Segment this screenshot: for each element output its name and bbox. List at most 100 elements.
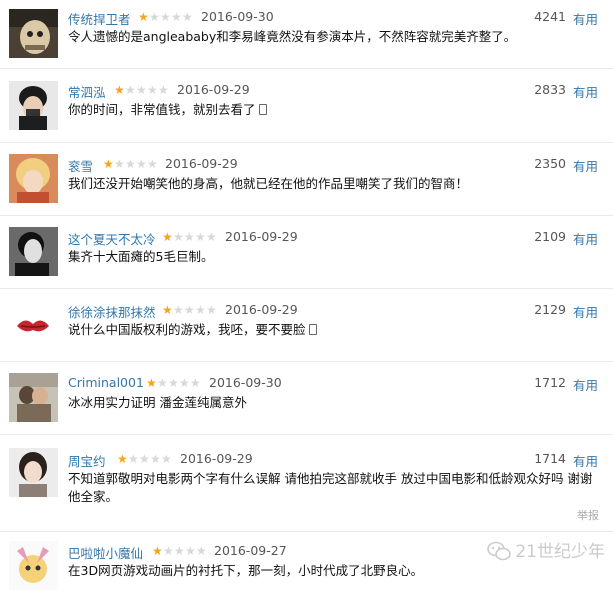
useful-button[interactable]: 有用 bbox=[573, 156, 598, 175]
review-text-content: 你的时间，非常值钱，就别去看了 bbox=[68, 102, 256, 117]
star-empty-icon: ★ bbox=[171, 10, 182, 24]
rating-stars: ★★★★★ bbox=[114, 84, 174, 96]
avatar[interactable] bbox=[9, 154, 58, 203]
star-empty-icon: ★ bbox=[195, 303, 206, 317]
avatar[interactable] bbox=[9, 541, 58, 590]
avatar[interactable] bbox=[9, 81, 58, 130]
star-empty-icon: ★ bbox=[163, 544, 174, 558]
username-link[interactable]: Criminal001 bbox=[68, 375, 144, 390]
review-item: 常泗泓 ★★★★★ 2016-09-29 2833 有用 你的时间，非常值钱，就… bbox=[0, 69, 613, 143]
useful-button[interactable]: 有用 bbox=[573, 451, 598, 470]
review-item: 这个夏天不太冷 ★★★★★ 2016-09-29 2109 有用 集齐十大面瘫的… bbox=[0, 216, 613, 289]
watermark-text: 21世纪少年 bbox=[515, 542, 605, 562]
username-link[interactable]: 传统捍卫者 bbox=[68, 9, 131, 28]
review-text: 冰冰用实力证明 潘金莲纯属意外 bbox=[68, 394, 603, 412]
star-empty-icon: ★ bbox=[173, 230, 184, 244]
useful-button[interactable]: 有用 bbox=[573, 375, 598, 394]
star-empty-icon: ★ bbox=[182, 10, 193, 24]
star-empty-icon: ★ bbox=[161, 452, 172, 466]
review-date: 2016-09-29 bbox=[165, 156, 238, 171]
useful-button[interactable]: 有用 bbox=[573, 9, 598, 28]
review-item: 传统捍卫者 ★★★★★ 2016-09-30 4241 有用 令人遗憾的是ang… bbox=[0, 0, 613, 69]
report-button[interactable]: 举报 bbox=[577, 507, 599, 523]
star-empty-icon: ★ bbox=[196, 544, 207, 558]
vote-count: 1714 bbox=[534, 451, 566, 466]
review-text-content: 不知道郭敬明对电影两个字有什么误解 请他拍完这部就收手 放过中国电影和低龄观众好… bbox=[68, 471, 593, 504]
star-empty-icon: ★ bbox=[174, 544, 185, 558]
username-link[interactable]: 周宝约 bbox=[68, 451, 106, 470]
watermark: 21世纪少年 bbox=[487, 537, 605, 562]
review-text: 你的时间，非常值钱，就别去看了 bbox=[68, 101, 603, 119]
rating-stars: ★★★★★ bbox=[152, 545, 212, 557]
mobile-icon bbox=[308, 324, 317, 335]
avatar[interactable] bbox=[9, 227, 58, 276]
review-text: 不知道郭敬明对电影两个字有什么误解 请他拍完这部就收手 放过中国电影和低龄观众好… bbox=[68, 470, 603, 506]
vote-count: 2109 bbox=[534, 229, 566, 244]
star-filled-icon: ★ bbox=[146, 376, 157, 390]
review-text-content: 冰冰用实力证明 潘金莲纯属意外 bbox=[68, 395, 247, 410]
useful-button[interactable]: 有用 bbox=[573, 302, 598, 321]
review-date: 2016-09-27 bbox=[214, 543, 287, 558]
review-text: 集齐十大面瘫的5毛巨制。 bbox=[68, 248, 603, 266]
star-empty-icon: ★ bbox=[147, 83, 158, 97]
star-empty-icon: ★ bbox=[125, 157, 136, 171]
star-empty-icon: ★ bbox=[168, 376, 179, 390]
avatar[interactable] bbox=[9, 300, 58, 349]
username-link[interactable]: 巴啦啦小魔仙 bbox=[68, 543, 143, 562]
review-text-content: 说什么中国版权利的游戏，我呸，要不要脸 bbox=[68, 322, 306, 337]
review-date: 2016-09-29 bbox=[225, 229, 298, 244]
star-filled-icon: ★ bbox=[162, 303, 173, 317]
mobile-icon bbox=[258, 104, 267, 115]
star-empty-icon: ★ bbox=[139, 452, 150, 466]
review-date: 2016-09-29 bbox=[180, 451, 253, 466]
review-date: 2016-09-29 bbox=[225, 302, 298, 317]
review-text: 说什么中国版权利的游戏，我呸，要不要脸 bbox=[68, 321, 603, 339]
avatar[interactable] bbox=[9, 9, 58, 58]
review-date: 2016-09-29 bbox=[177, 82, 250, 97]
avatar[interactable] bbox=[9, 373, 58, 422]
vote-count: 1712 bbox=[534, 375, 566, 390]
star-empty-icon: ★ bbox=[150, 452, 161, 466]
useful-button[interactable]: 有用 bbox=[573, 82, 598, 101]
star-filled-icon: ★ bbox=[114, 83, 125, 97]
review-item: 周宝约 ★★★★★ 2016-09-29 1714 有用 不知道郭敬明对电影两个… bbox=[0, 435, 613, 532]
wechat-icon bbox=[487, 541, 512, 561]
review-date: 2016-09-30 bbox=[201, 9, 274, 24]
star-empty-icon: ★ bbox=[185, 544, 196, 558]
review-item: Criminal001 ★★★★★ 2016-09-30 1712 有用 冰冰用… bbox=[0, 362, 613, 435]
username-link[interactable]: 徐徐涂抹那抹然 bbox=[68, 302, 156, 321]
vote-count: 2350 bbox=[534, 156, 566, 171]
rating-stars: ★★★★★ bbox=[146, 377, 206, 389]
useful-button[interactable]: 有用 bbox=[573, 229, 598, 248]
star-empty-icon: ★ bbox=[158, 83, 169, 97]
rating-stars: ★★★★★ bbox=[117, 453, 177, 465]
avatar[interactable] bbox=[9, 448, 58, 497]
rating-stars: ★★★★★ bbox=[162, 231, 222, 243]
review-text: 我们还没开始嘲笑他的身高，他就已经在他的作品里嘲笑了我们的智商！ bbox=[68, 175, 603, 193]
rating-stars: ★★★★★ bbox=[162, 304, 222, 316]
star-filled-icon: ★ bbox=[162, 230, 173, 244]
star-filled-icon: ★ bbox=[152, 544, 163, 558]
star-empty-icon: ★ bbox=[136, 83, 147, 97]
star-empty-icon: ★ bbox=[184, 303, 195, 317]
username-link[interactable]: 衮雪 bbox=[68, 156, 93, 175]
star-empty-icon: ★ bbox=[114, 157, 125, 171]
review-text-content: 在3D网页游戏动画片的衬托下，那一刻，小时代成了北野良心。 bbox=[68, 563, 424, 578]
rating-stars: ★★★★★ bbox=[103, 158, 163, 170]
review-text-content: 集齐十大面瘫的5毛巨制。 bbox=[68, 249, 214, 264]
username-link[interactable]: 常泗泓 bbox=[68, 82, 106, 101]
star-empty-icon: ★ bbox=[195, 230, 206, 244]
star-empty-icon: ★ bbox=[149, 10, 160, 24]
rating-stars: ★★★★★ bbox=[138, 11, 198, 23]
star-empty-icon: ★ bbox=[184, 230, 195, 244]
review-text-content: 我们还没开始嘲笑他的身高，他就已经在他的作品里嘲笑了我们的智商！ bbox=[68, 176, 469, 191]
star-empty-icon: ★ bbox=[206, 303, 217, 317]
star-empty-icon: ★ bbox=[206, 230, 217, 244]
review-text: 令人遗憾的是angleababy和李易峰竟然没有参演本片，不然阵容就完美齐整了。 bbox=[68, 28, 603, 46]
vote-count: 2833 bbox=[534, 82, 566, 97]
star-filled-icon: ★ bbox=[117, 452, 128, 466]
username-link[interactable]: 这个夏天不太冷 bbox=[68, 229, 156, 248]
star-empty-icon: ★ bbox=[147, 157, 158, 171]
star-empty-icon: ★ bbox=[190, 376, 201, 390]
vote-count: 2129 bbox=[534, 302, 566, 317]
